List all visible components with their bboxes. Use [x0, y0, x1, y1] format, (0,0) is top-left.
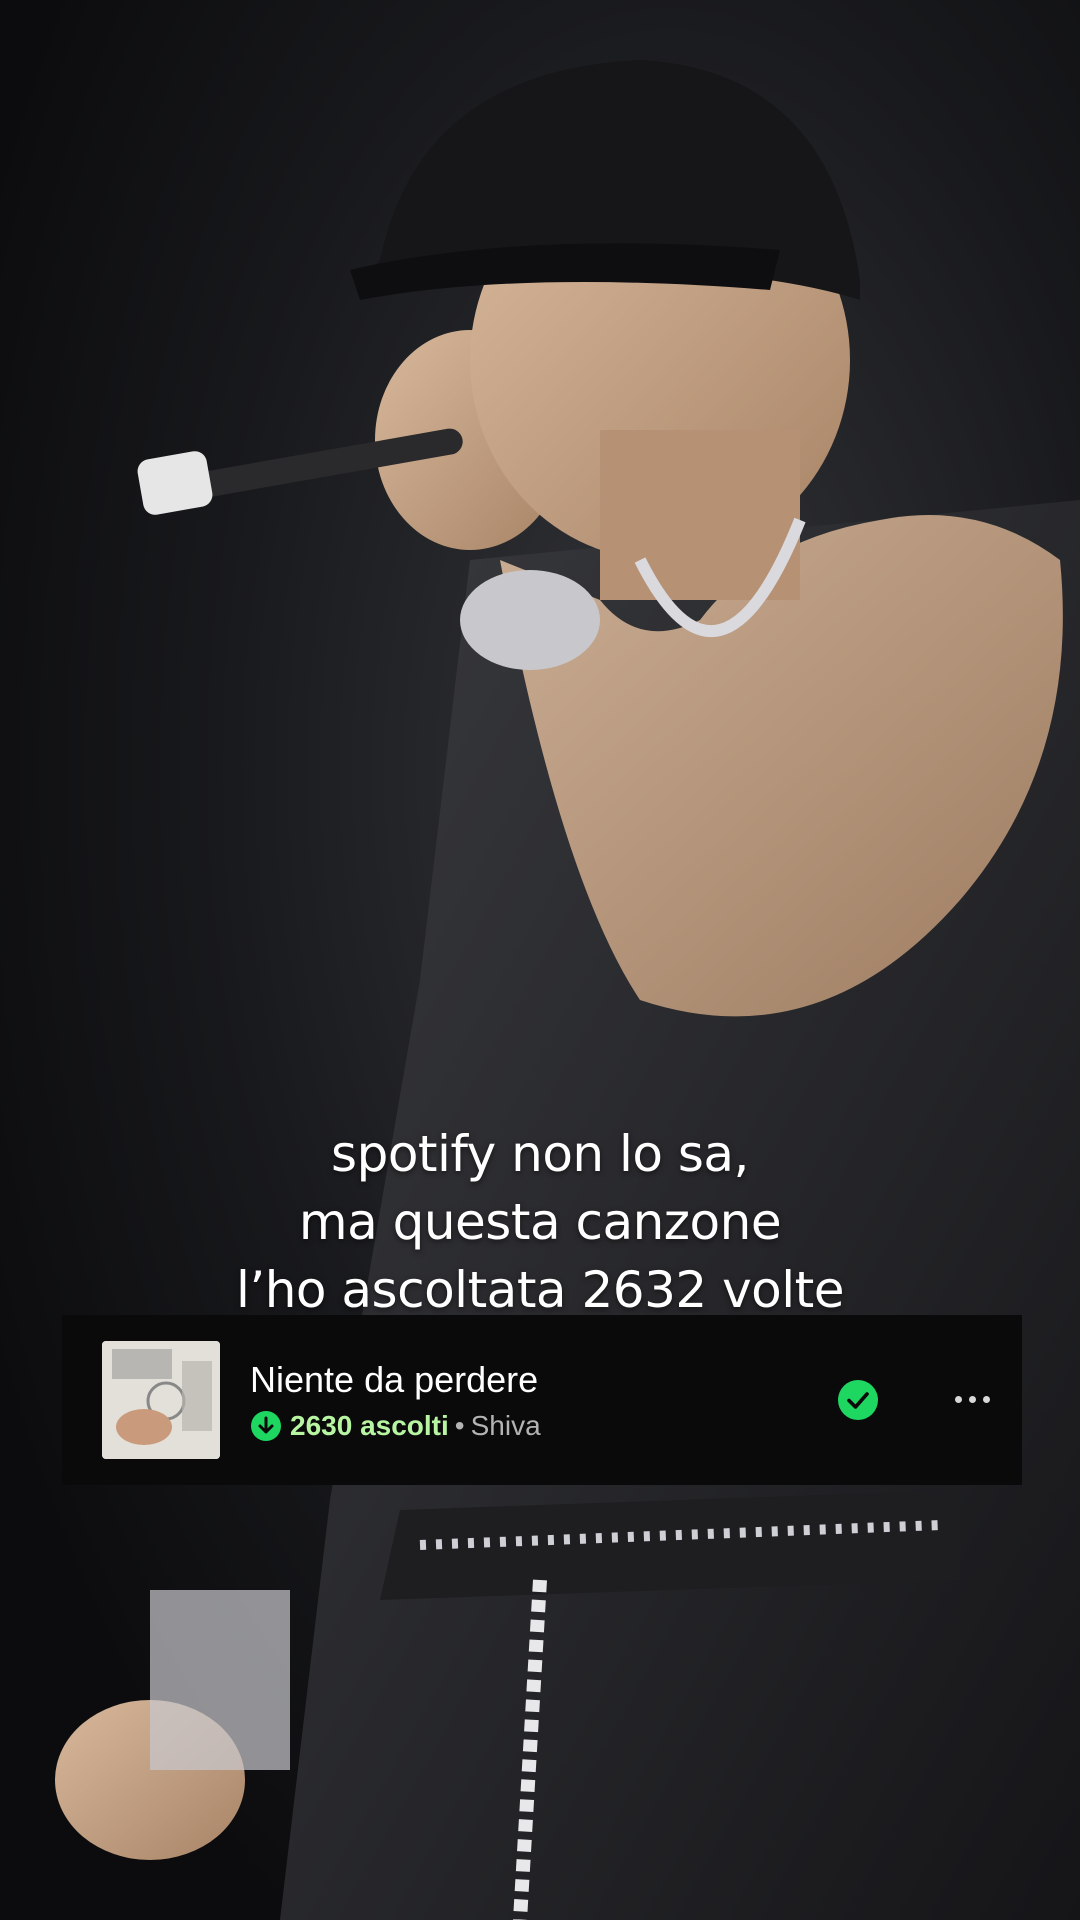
caption-line-1: spotify non lo sa, — [331, 1125, 749, 1183]
more-dot — [982, 1395, 990, 1403]
concert-photo — [0, 0, 1080, 1920]
track-meta: 2630 ascolti • Shiva — [250, 1409, 541, 1443]
artist-name[interactable]: Shiva — [471, 1409, 541, 1443]
track-title: Niente da perdere — [250, 1359, 539, 1400]
overlay-caption: spotify non lo sa, ma questa canzone l’h… — [0, 1120, 1080, 1324]
check-circle-icon[interactable] — [837, 1379, 879, 1421]
play-count: 2630 ascolti — [290, 1410, 449, 1441]
caption-line-3: l’ho ascoltata 2632 volte — [235, 1261, 845, 1319]
video-frame: spotify non lo sa, ma questa canzone l’h… — [0, 0, 1080, 1920]
caption-line-2: ma questa canzone — [298, 1193, 782, 1251]
more-dot — [968, 1395, 976, 1403]
more-options-icon[interactable] — [942, 1381, 1002, 1417]
meta-separator: • — [454, 1410, 465, 1441]
more-dot — [954, 1395, 962, 1403]
album-cover[interactable] — [102, 1341, 220, 1459]
spotify-track-card[interactable]: Niente da perdere 2630 ascolti • Shiva — [62, 1315, 1022, 1485]
album-cover-image — [102, 1341, 220, 1459]
download-circle-icon — [251, 1411, 281, 1441]
